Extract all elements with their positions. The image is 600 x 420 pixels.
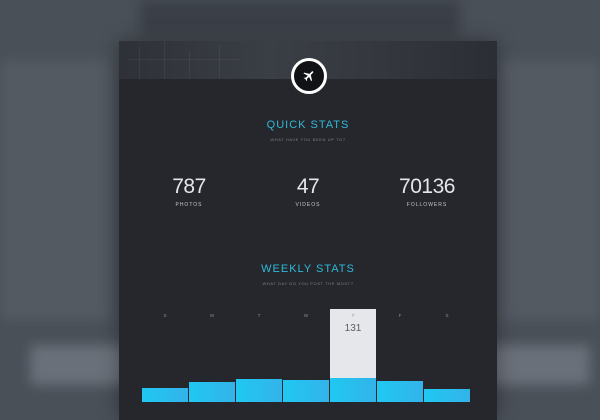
stat-label: PHOTOS: [175, 202, 203, 208]
weekly-stats-subtitle: WHAT DAY DO YOU POST THE MOST?: [262, 281, 354, 286]
day-label: S: [445, 313, 449, 318]
header-texture: [189, 51, 190, 79]
day-bar[interactable]: [330, 378, 376, 402]
highlighted-value: 131: [344, 323, 362, 334]
stats-card: QUICK STATS WHAT HAVE YOU BEEN UP TO? 78…: [119, 41, 497, 420]
stat-value: 787: [172, 175, 206, 198]
day-bar[interactable]: [424, 389, 470, 402]
quick-stats-subtitle: WHAT HAVE YOU BEEN UP TO?: [270, 137, 346, 142]
day-label: F: [398, 313, 402, 318]
header-texture: [129, 59, 239, 60]
background-shape: [500, 60, 600, 320]
day-label: W: [303, 313, 309, 318]
header-texture: [139, 47, 140, 79]
day-label: S: [163, 313, 167, 318]
day-bar[interactable]: [236, 378, 282, 402]
stat-photos: 787 PHOTOS: [139, 175, 239, 208]
stat-value: 47: [296, 175, 320, 198]
stat-videos: 47 VIDEOS: [258, 175, 358, 208]
day-label: M: [210, 313, 214, 318]
day-label: T: [257, 313, 261, 318]
background-shape: [0, 60, 110, 320]
header-texture: [219, 45, 220, 79]
header-texture: [164, 41, 165, 79]
quick-stats-title: QUICK STATS: [266, 119, 350, 131]
stat-followers: 70136 FOLLOWERS: [377, 175, 477, 208]
airplane-icon: [303, 71, 314, 82]
day-bar[interactable]: [283, 379, 329, 402]
weekly-stats-title: WEEKLY STATS: [261, 263, 355, 275]
stat-label: VIDEOS: [295, 202, 321, 208]
day-label: T: [351, 313, 355, 318]
day-bar[interactable]: [142, 388, 188, 402]
profile-logo[interactable]: [291, 58, 327, 94]
stat-label: FOLLOWERS: [406, 202, 448, 208]
stat-value: 70136: [399, 175, 455, 198]
background-shape: [140, 0, 460, 36]
day-bar[interactable]: [377, 381, 423, 402]
day-bar[interactable]: [189, 382, 235, 402]
